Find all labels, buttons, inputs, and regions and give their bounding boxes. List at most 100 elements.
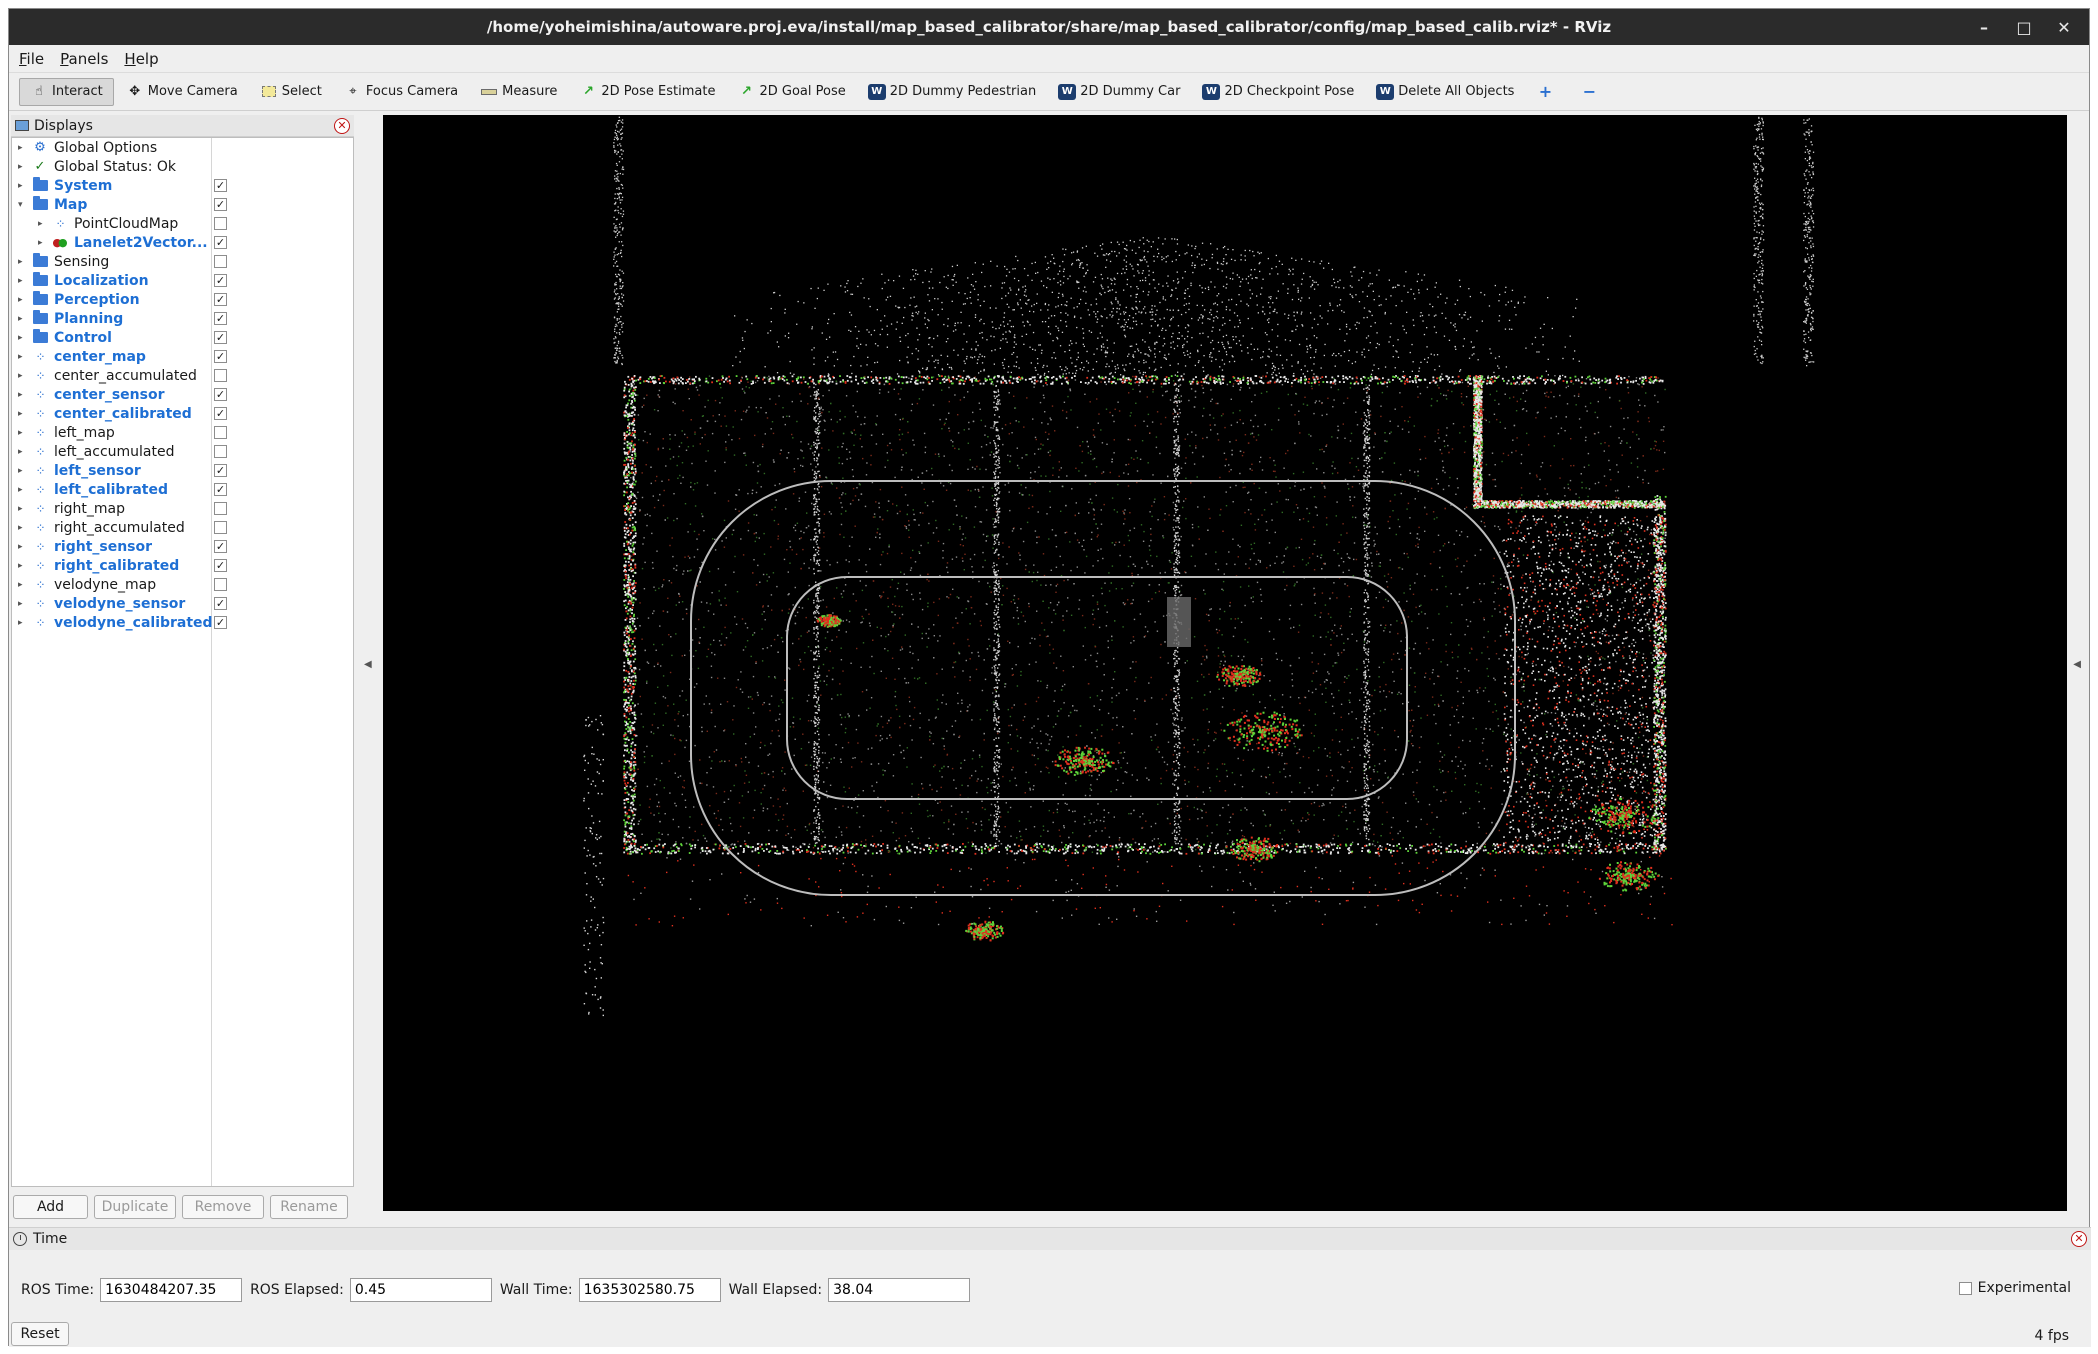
display-item-left-map[interactable]: ▸ ⁘ left_map [12,423,353,442]
experimental-toggle[interactable]: Experimental [1958,1280,2071,1296]
remove-tool-button[interactable]: − [1570,78,1612,106]
display-item-global-options[interactable]: ▸ ⚙ Global Options [12,138,353,157]
ros-time-field[interactable] [100,1278,243,1302]
display-item-global-status-ok[interactable]: ▸ ✓ Global Status: Ok [12,157,353,176]
display-enable-checkbox[interactable] [214,502,227,515]
tool-focus-camera[interactable]: ⌖ Focus Camera [334,78,468,106]
display-item-center-calibrated[interactable]: ▸ ⁘ center_calibrated ✓ [12,404,353,423]
tool-2d-goal-pose[interactable]: ↗ 2D Goal Pose [727,78,855,106]
display-enable-checkbox[interactable]: ✓ [214,388,227,401]
tool-interact[interactable]: ☝ Interact [19,77,114,106]
expand-arrow-icon[interactable]: ▸ [18,599,28,609]
expand-arrow-icon[interactable]: ▸ [18,561,28,571]
expand-arrow-icon[interactable]: ▸ [18,371,28,381]
display-item-left-sensor[interactable]: ▸ ⁘ left_sensor ✓ [12,461,353,480]
display-item-right-accumulated[interactable]: ▸ ⁘ right_accumulated [12,518,353,537]
display-enable-checkbox[interactable]: ✓ [214,179,227,192]
tool-2d-checkpoint-pose[interactable]: W 2D Checkpoint Pose [1192,78,1364,106]
display-enable-checkbox[interactable]: ✓ [214,274,227,287]
display-item-control[interactable]: ▸ Control ✓ [12,328,353,347]
menu-panels[interactable]: Panels [60,50,108,68]
close-window-icon[interactable]: ✕ [2047,9,2081,45]
add-button[interactable]: Add [13,1195,88,1219]
maximize-icon[interactable]: □ [2007,9,2041,45]
expand-arrow-icon[interactable]: ▸ [18,333,28,343]
tool-move-camera[interactable]: ✥ Move Camera [116,78,248,106]
display-item-pointcloudmap[interactable]: ▸ ⁘ PointCloudMap [12,214,353,233]
display-enable-checkbox[interactable]: ✓ [214,407,227,420]
display-item-localization[interactable]: ▸ Localization ✓ [12,271,353,290]
tool-2d-dummy-car[interactable]: W 2D Dummy Car [1048,78,1190,106]
display-enable-checkbox[interactable]: ✓ [214,483,227,496]
wall-elapsed-field[interactable] [828,1278,971,1302]
display-item-map[interactable]: ▾ Map ✓ [12,195,353,214]
reset-button[interactable]: Reset [11,1322,69,1346]
display-enable-checkbox[interactable] [214,445,227,458]
expand-arrow-icon[interactable]: ▸ [18,181,28,191]
expand-arrow-icon[interactable]: ▸ [18,257,28,267]
tool-measure[interactable]: Measure [470,78,567,106]
expand-arrow-icon[interactable]: ▸ [18,466,28,476]
3d-viewport[interactable] [383,115,2067,1211]
minimize-icon[interactable]: – [1967,9,2001,45]
display-enable-checkbox[interactable] [214,255,227,268]
display-enable-checkbox[interactable] [214,217,227,230]
expand-arrow-icon[interactable]: ▸ [18,295,28,305]
display-item-system[interactable]: ▸ System ✓ [12,176,353,195]
tool-2d-pose-estimate[interactable]: ↗ 2D Pose Estimate [569,78,725,106]
expand-arrow-icon[interactable]: ▸ [18,428,28,438]
expand-arrow-icon[interactable]: ▸ [18,504,28,514]
display-item-perception[interactable]: ▸ Perception ✓ [12,290,353,309]
display-item-velodyne-calibrated[interactable]: ▸ ⁘ velodyne_calibrated ✓ [12,613,353,632]
display-item-right-calibrated[interactable]: ▸ ⁘ right_calibrated ✓ [12,556,353,575]
expand-arrow-icon[interactable]: ▸ [18,523,28,533]
display-enable-checkbox[interactable]: ✓ [214,198,227,211]
display-enable-checkbox[interactable] [214,521,227,534]
collapse-left-icon[interactable]: ◀ [364,659,372,670]
collapse-arrow-icon[interactable]: ▾ [18,200,28,210]
display-item-right-sensor[interactable]: ▸ ⁘ right_sensor ✓ [12,537,353,556]
expand-arrow-icon[interactable]: ▸ [18,390,28,400]
add-tool-button[interactable]: + [1526,78,1568,106]
display-enable-checkbox[interactable] [214,426,227,439]
display-enable-checkbox[interactable]: ✓ [214,616,227,629]
close-time-panel-icon[interactable]: ✕ [2071,1231,2087,1247]
display-item-lanelet2vector[interactable]: ▸ ● ● Lanelet2Vector... ✓ [12,233,353,252]
expand-arrow-icon[interactable]: ▸ [38,238,48,248]
display-item-center-map[interactable]: ▸ ⁘ center_map ✓ [12,347,353,366]
expand-arrow-icon[interactable]: ▸ [18,162,28,172]
display-enable-checkbox[interactable]: ✓ [214,559,227,572]
display-item-left-accumulated[interactable]: ▸ ⁘ left_accumulated [12,442,353,461]
display-enable-checkbox[interactable]: ✓ [214,597,227,610]
expand-arrow-icon[interactable]: ▸ [18,143,28,153]
duplicate-button[interactable]: Duplicate [94,1195,176,1219]
display-enable-checkbox[interactable]: ✓ [214,331,227,344]
expand-arrow-icon[interactable]: ▸ [18,542,28,552]
display-enable-checkbox[interactable]: ✓ [214,540,227,553]
display-enable-checkbox[interactable]: ✓ [214,312,227,325]
display-item-center-sensor[interactable]: ▸ ⁘ center_sensor ✓ [12,385,353,404]
display-enable-checkbox[interactable]: ✓ [214,236,227,249]
display-enable-checkbox[interactable]: ✓ [214,293,227,306]
display-item-left-calibrated[interactable]: ▸ ⁘ left_calibrated ✓ [12,480,353,499]
expand-arrow-icon[interactable]: ▸ [18,618,28,628]
display-item-right-map[interactable]: ▸ ⁘ right_map [12,499,353,518]
remove-button[interactable]: Remove [182,1195,264,1219]
wall-time-field[interactable] [578,1278,721,1302]
display-item-velodyne-map[interactable]: ▸ ⁘ velodyne_map [12,575,353,594]
expand-arrow-icon[interactable]: ▸ [18,409,28,419]
tool-2d-dummy-pedestrian[interactable]: W 2D Dummy Pedestrian [858,78,1046,106]
expand-arrow-icon[interactable]: ▸ [18,352,28,362]
display-item-planning[interactable]: ▸ Planning ✓ [12,309,353,328]
display-item-velodyne-sensor[interactable]: ▸ ⁘ velodyne_sensor ✓ [12,594,353,613]
rename-button[interactable]: Rename [270,1195,348,1219]
menu-help[interactable]: Help [124,50,158,68]
expand-arrow-icon[interactable]: ▸ [18,580,28,590]
display-enable-checkbox[interactable]: ✓ [214,464,227,477]
tool-select[interactable]: Select [250,78,332,106]
display-enable-checkbox[interactable]: ✓ [214,350,227,363]
display-item-center-accumulated[interactable]: ▸ ⁘ center_accumulated [12,366,353,385]
expand-arrow-icon[interactable]: ▸ [18,485,28,495]
collapse-right-icon[interactable]: ◀ [2073,659,2081,670]
ros-elapsed-field[interactable] [349,1278,492,1302]
